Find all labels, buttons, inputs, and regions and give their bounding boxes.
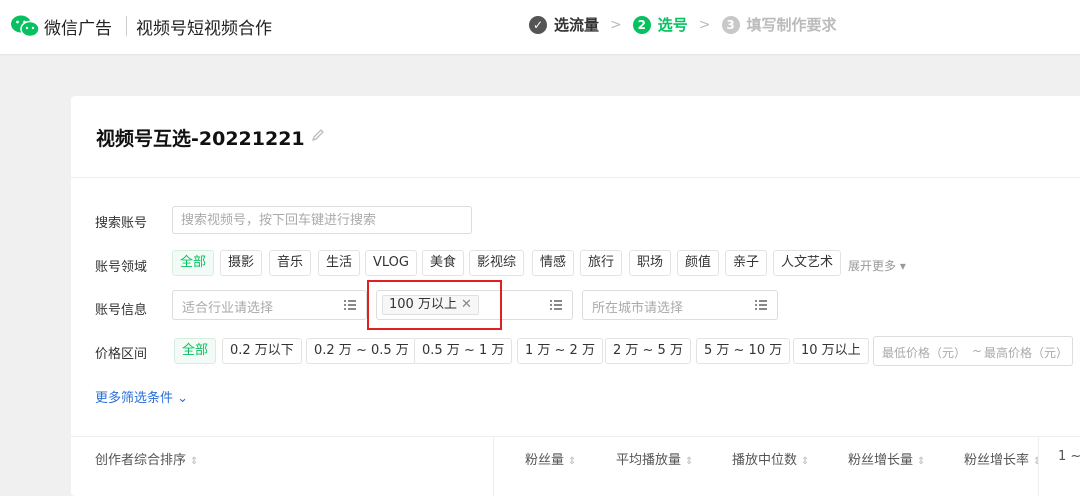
sort-column-header[interactable]: 创作者综合排序 ⇕ — [95, 449, 198, 468]
domain-tag[interactable]: 生活 — [318, 250, 361, 276]
city-placeholder: 所在城市请选择 — [592, 301, 684, 316]
column-label: 平均播放量 — [616, 453, 682, 468]
step-select-traffic[interactable]: ✓ 选流量 — [529, 14, 599, 35]
main-card: 视频号互选-20221221 搜索账号 账号领域 全部 摄影 音乐 生活 VLO… — [71, 96, 1080, 496]
sort-icon: ⇕ — [917, 456, 926, 467]
domain-tag[interactable]: 影视综 — [469, 250, 525, 276]
table-header: 创作者综合排序 ⇕ 粉丝量 ⇕ 平均播放量 ⇕ 播放中位数 ⇕ 粉丝增长量 ⇕ 粉丝增长率… — [71, 436, 1080, 496]
sort-column-header[interactable]: 平均播放量 ⇕ — [616, 449, 693, 468]
domain-tag[interactable]: 情感 — [532, 250, 575, 276]
sort-icon: ⇕ — [190, 456, 199, 467]
top-bar: 微信广告 视频号短视频合作 ✓ 选流量 > 2 选号 > 3 填写制作要求 — [0, 0, 1080, 54]
chevron-down-icon: ⌄ — [177, 391, 189, 406]
domain-tag[interactable]: 亲子 — [725, 250, 768, 276]
check-icon: ✓ — [529, 15, 547, 34]
column-label: 播放中位数 — [732, 453, 798, 468]
more-filters-link[interactable]: 更多筛选条件 ⌄ — [95, 387, 188, 406]
search-input[interactable] — [172, 206, 472, 234]
list-icon — [344, 300, 356, 310]
domain-tag[interactable]: 人文艺术 — [773, 250, 842, 276]
step-label: 填写制作要求 — [746, 16, 837, 34]
sort-column-header[interactable]: 播放中位数 ⇕ — [732, 449, 809, 468]
price-label: 价格区间 — [95, 347, 148, 362]
price-tag[interactable]: 10 万以上 — [793, 338, 869, 364]
range-separator: ~ — [972, 344, 983, 358]
price-tag[interactable]: 0.5 万 ~ 1 万 — [414, 338, 513, 364]
max-price-input[interactable]: 最高价格（元） — [984, 344, 1068, 361]
step-label: 选流量 — [554, 16, 600, 34]
column-divider — [493, 436, 494, 496]
domain-tag-all[interactable]: 全部 — [172, 250, 215, 276]
price-tag[interactable]: 1 万 ~ 2 万 — [517, 338, 603, 364]
list-icon — [550, 300, 562, 310]
brand-divider — [126, 16, 127, 36]
industry-select[interactable]: 适合行业请选择 — [172, 290, 367, 320]
column-divider — [1038, 436, 1039, 496]
price-tag-all[interactable]: 全部 — [174, 338, 217, 364]
domain-label: 账号领域 — [95, 260, 148, 275]
sort-column-header[interactable]: 粉丝增长量 ⇕ — [848, 449, 925, 468]
price-tag[interactable]: 5 万 ~ 10 万 — [696, 338, 791, 364]
step-label: 选号 — [657, 16, 688, 34]
price-tag[interactable]: 2 万 ~ 5 万 — [605, 338, 691, 364]
domain-tag[interactable]: 旅行 — [580, 250, 623, 276]
title-divider — [71, 177, 1080, 178]
column-label: 粉丝量 — [525, 453, 565, 468]
price-tag[interactable]: 0.2 万 ~ 0.5 万 — [306, 338, 417, 364]
page-title: 视频号互选-20221221 — [96, 128, 305, 150]
domain-tag[interactable]: 美食 — [422, 250, 465, 276]
product-name: 视频号短视频合作 — [136, 19, 272, 39]
domain-tag[interactable]: 音乐 — [269, 250, 312, 276]
column-label: 粉丝增长量 — [848, 453, 914, 468]
account-info-label: 账号信息 — [95, 303, 148, 318]
price-tag[interactable]: 0.2 万以下 — [222, 338, 302, 364]
column-label: 创作者综合排序 — [95, 453, 187, 468]
domain-tag[interactable]: 职场 — [629, 250, 672, 276]
sort-icon: ⇕ — [568, 456, 577, 467]
highlight-box — [367, 280, 502, 330]
column-label: 粉丝增长率 — [964, 453, 1030, 468]
sort-icon: ⇕ — [685, 456, 694, 467]
sort-icon: ⇕ — [801, 456, 810, 467]
range-column-header[interactable]: 1 ~ — [1058, 449, 1080, 464]
city-select[interactable]: 所在城市请选择 — [582, 290, 778, 320]
domain-tag[interactable]: 摄影 — [220, 250, 263, 276]
brand-name: 微信广告 — [44, 19, 112, 39]
domain-tag[interactable]: VLOG — [365, 250, 417, 276]
chevron-right-icon: > — [698, 16, 711, 33]
step-number: 2 — [632, 15, 651, 34]
domain-tag[interactable]: 颜值 — [677, 250, 720, 276]
sort-column-header[interactable]: 粉丝增长率⇕ — [964, 449, 1041, 468]
wechat-logo-icon — [11, 15, 40, 38]
price-range-input[interactable]: 最低价格（元） ~ 最高价格（元） — [873, 336, 1073, 366]
more-filters-label: 更多筛选条件 — [95, 391, 174, 406]
list-icon — [755, 300, 767, 310]
search-label: 搜索账号 — [95, 216, 148, 231]
step-indicator: ✓ 选流量 > 2 选号 > 3 填写制作要求 — [529, 14, 837, 35]
sort-column-header[interactable]: 粉丝量 ⇕ — [525, 449, 576, 468]
industry-placeholder: 适合行业请选择 — [182, 301, 274, 316]
chevron-right-icon: > — [610, 16, 622, 33]
pencil-icon[interactable] — [311, 128, 325, 142]
step-number: 3 — [721, 15, 740, 34]
min-price-input[interactable]: 最低价格（元） — [882, 344, 966, 361]
step-select-account[interactable]: 2 选号 — [632, 14, 688, 35]
step-fill-requirements[interactable]: 3 填写制作要求 — [721, 14, 837, 35]
expand-more-link[interactable]: 展开更多 ▾ — [848, 257, 906, 274]
